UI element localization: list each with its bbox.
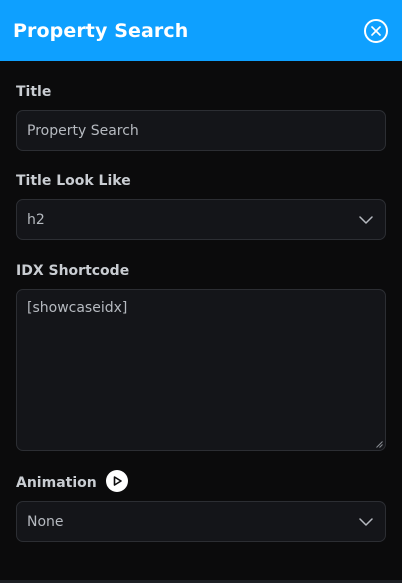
chevron-down-icon: [359, 215, 373, 224]
chevron-down-icon: [359, 517, 373, 526]
panel-header: Property Search: [0, 0, 402, 61]
idx-shortcode-value: [showcaseidx]: [27, 300, 128, 316]
close-icon: [371, 25, 381, 36]
idx-shortcode-textarea[interactable]: [showcaseidx]: [16, 289, 386, 451]
title-look-select[interactable]: h2: [16, 199, 386, 240]
play-triangle-icon: [113, 476, 122, 486]
settings-panel: Property Search Title Property Search Ti…: [0, 0, 402, 583]
title-label: Title: [16, 84, 52, 100]
title-input-value: Property Search: [27, 122, 139, 139]
close-button[interactable]: [364, 18, 388, 43]
animation-select[interactable]: None: [16, 501, 386, 542]
title-look-selected: h2: [27, 211, 45, 228]
play-icon[interactable]: [106, 470, 128, 492]
idx-shortcode-label: IDX Shortcode: [16, 263, 130, 279]
animation-label: Animation: [16, 475, 97, 491]
title-look-label: Title Look Like: [16, 173, 131, 189]
animation-selected: None: [27, 513, 64, 530]
panel-title: Property Search: [13, 19, 189, 42]
title-input[interactable]: Property Search: [16, 110, 386, 151]
resize-grip-icon[interactable]: [376, 441, 383, 448]
